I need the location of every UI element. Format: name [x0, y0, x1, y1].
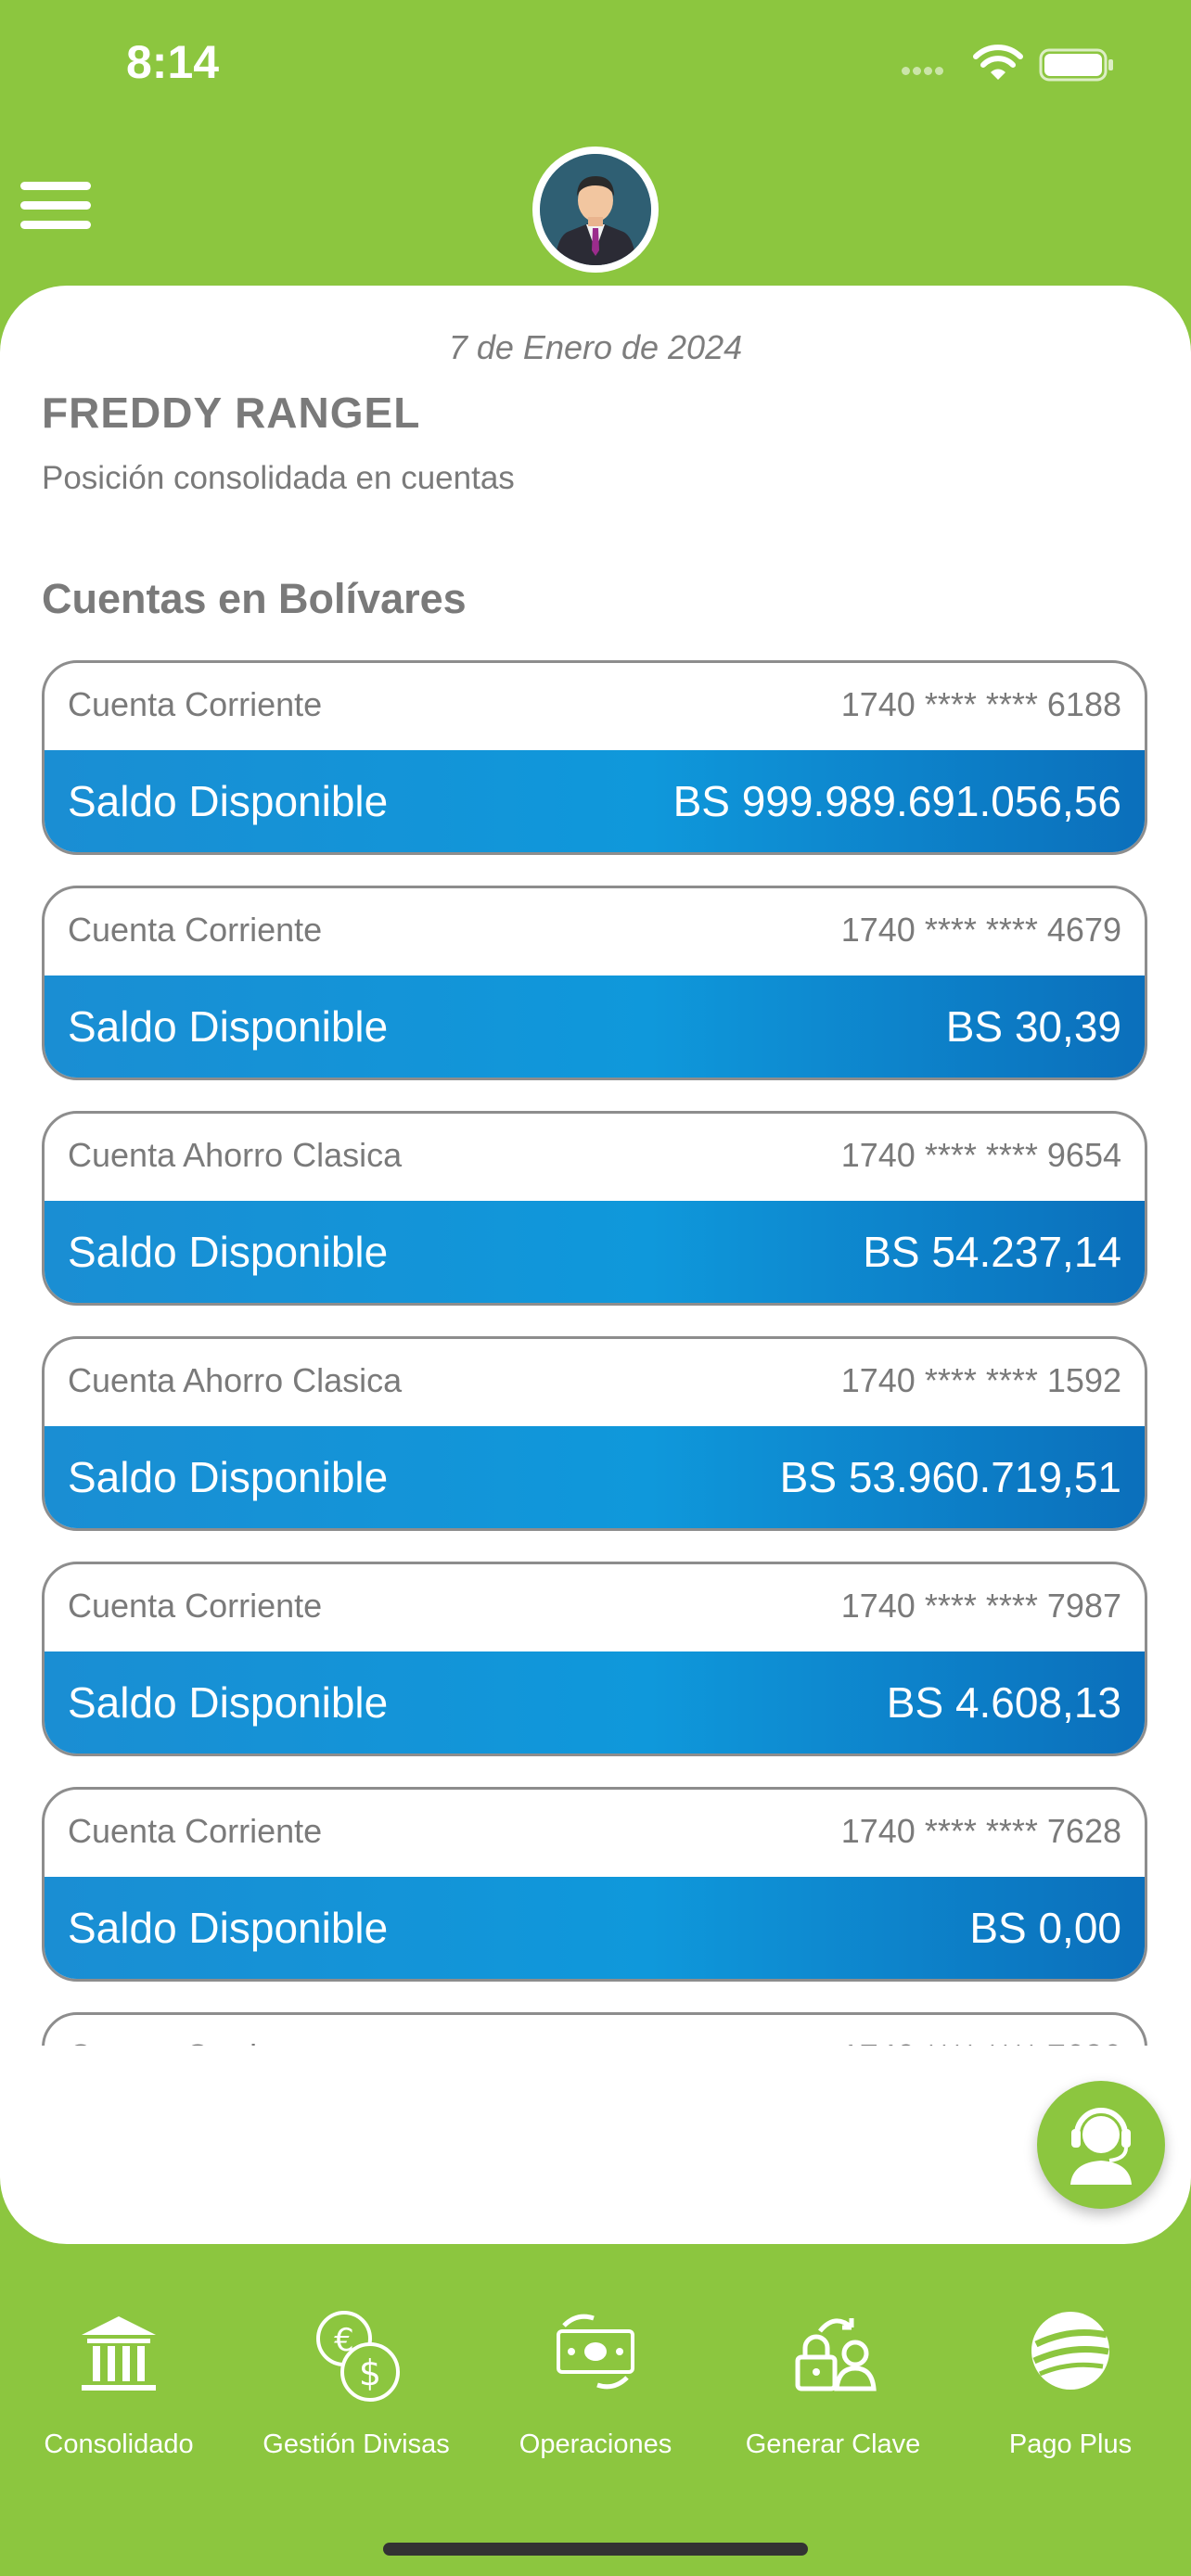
account-card[interactable]: Cuenta Corriente 1740 **** **** 7628 Sal…: [42, 1787, 1147, 1982]
balance-label: Saldo Disponible: [68, 1453, 389, 1501]
lock-user-icon: [795, 2318, 877, 2391]
account-card[interactable]: Cuenta Corriente 1740 **** **** 7987 Sal…: [42, 1562, 1147, 1756]
menu-icon[interactable]: [20, 182, 91, 234]
balance-bar: Saldo Disponible BS 54.237,14: [45, 1201, 1145, 1303]
nav-label: Generar Clave: [745, 2429, 921, 2459]
balance-value: BS 0,00: [969, 1904, 1121, 1952]
pago-plus-icon: [1031, 2312, 1109, 2390]
account-type: Cuenta Ahorro Clasica: [68, 1136, 403, 1174]
account-number: 1740 **** **** 1592: [840, 1361, 1121, 1399]
account-number: 1740 **** **** 7987: [840, 1587, 1121, 1625]
account-number: 1740 **** **** 6188: [840, 685, 1121, 723]
accounts-list[interactable]: Cuenta Corriente 1740 **** **** 6188 Sal…: [28, 649, 1174, 2046]
nav-item-pago-plus[interactable]: Pago Plus: [952, 2300, 1189, 2467]
account-number: 1740 **** **** 7626: [841, 2037, 1121, 2046]
account-card[interactable]: Cuenta Corriente 1740 **** **** 7626: [42, 2012, 1147, 2046]
account-card[interactable]: Cuenta Corriente 1740 **** **** 4679 Sal…: [42, 886, 1147, 1080]
signal-icon: [902, 63, 946, 80]
balance-label: Saldo Disponible: [68, 1002, 389, 1051]
home-indicator[interactable]: [383, 2543, 808, 2556]
balance-value: BS 30,39: [945, 1002, 1121, 1051]
support-button[interactable]: [1037, 2081, 1165, 2209]
page-subtitle: Posición consolidada en cuentas: [42, 460, 515, 496]
cash-transfer-icon: [557, 2314, 634, 2390]
bottom-navigation: Consolidado € $ Gestión Divisas Operacio…: [0, 2300, 1191, 2485]
section-title: Cuentas en Bolívares: [42, 575, 467, 622]
account-type: Cuenta Corriente: [68, 1587, 323, 1625]
balance-bar: Saldo Disponible BS 4.608,13: [45, 1651, 1145, 1753]
balance-value: BS 53.960.719,51: [779, 1453, 1121, 1501]
nav-item-consolidado[interactable]: Consolidado: [0, 2300, 237, 2467]
nav-label: Operaciones: [519, 2429, 672, 2459]
balance-bar: Saldo Disponible BS 53.960.719,51: [45, 1426, 1145, 1528]
account-type: Cuenta Corriente: [68, 1812, 323, 1850]
account-type: Cuenta Ahorro Clasica: [68, 1361, 403, 1399]
wifi-icon: [973, 45, 1023, 80]
nav-item-generar-clave[interactable]: Generar Clave: [714, 2300, 952, 2467]
balance-value: BS 999.989.691.056,56: [672, 777, 1121, 825]
account-type: Cuenta Corriente: [68, 2037, 322, 2046]
currency-exchange-icon: € $: [316, 2311, 400, 2402]
svg-text:$: $: [359, 2353, 381, 2393]
nav-label: Gestión Divisas: [263, 2429, 450, 2459]
account-number: 1740 **** **** 4679: [840, 911, 1121, 949]
account-card[interactable]: Cuenta Corriente 1740 **** **** 6188 Sal…: [42, 660, 1147, 855]
bank-icon: [82, 2316, 156, 2391]
headset-agent-icon: [1070, 2108, 1132, 2185]
account-type: Cuenta Corriente: [68, 685, 323, 723]
nav-item-gestion-divisas[interactable]: € $ Gestión Divisas: [237, 2300, 475, 2467]
balance-value: BS 4.608,13: [886, 1678, 1121, 1727]
nav-label: Consolidado: [44, 2429, 194, 2459]
balance-label: Saldo Disponible: [68, 777, 389, 825]
account-number: 1740 **** **** 9654: [840, 1136, 1121, 1174]
balance-label: Saldo Disponible: [68, 1228, 389, 1276]
nav-item-operaciones[interactable]: Operaciones: [477, 2300, 714, 2467]
balance-label: Saldo Disponible: [68, 1678, 389, 1727]
account-type: Cuenta Corriente: [68, 911, 323, 949]
status-bar: 8:14: [0, 0, 1191, 139]
account-card[interactable]: Cuenta Ahorro Clasica 1740 **** **** 159…: [42, 1336, 1147, 1531]
account-card[interactable]: Cuenta Ahorro Clasica 1740 **** **** 965…: [42, 1111, 1147, 1306]
avatar-person-icon: [540, 154, 651, 265]
battery-icon: [1039, 48, 1113, 82]
balance-bar: Saldo Disponible BS 0,00: [45, 1877, 1145, 1979]
balance-value: BS 54.237,14: [863, 1228, 1121, 1276]
balance-bar: Saldo Disponible BS 999.989.691.056,56: [45, 750, 1145, 852]
nav-label: Pago Plus: [1008, 2429, 1133, 2459]
account-number: 1740 **** **** 7628: [840, 1812, 1121, 1850]
user-avatar[interactable]: [532, 147, 659, 273]
balance-bar: Saldo Disponible BS 30,39: [45, 976, 1145, 1078]
status-time: 8:14: [126, 36, 220, 88]
current-date: 7 de Enero de 2024: [448, 328, 743, 366]
user-name: FREDDY RANGEL: [42, 389, 421, 437]
balance-label: Saldo Disponible: [68, 1904, 389, 1952]
